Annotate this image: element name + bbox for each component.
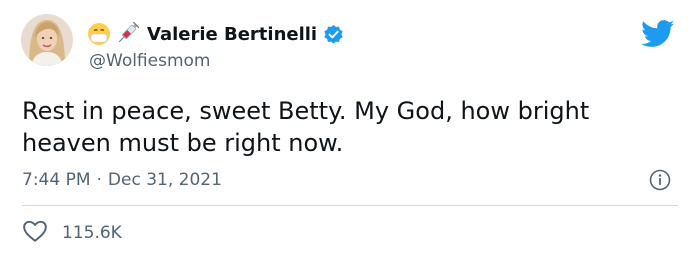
tweet-time: 7:44 PM <box>22 170 91 190</box>
author-name-row: Valerie Bertinelli <box>87 22 344 46</box>
avatar-image <box>21 14 73 66</box>
divider <box>22 205 678 206</box>
info-icon[interactable] <box>649 169 671 195</box>
tweet-timestamp[interactable]: 7:44 PM · Dec 31, 2021 <box>22 170 222 190</box>
like-action[interactable]: 115.6K <box>22 219 122 247</box>
verified-badge-icon <box>323 24 344 45</box>
face-with-medical-mask-icon <box>87 22 111 46</box>
timestamp-separator: · <box>96 170 102 190</box>
author-display-name[interactable]: Valerie Bertinelli <box>147 24 317 45</box>
avatar[interactable] <box>21 14 73 66</box>
twitter-bird-icon[interactable] <box>641 20 675 52</box>
syringe-icon <box>115 22 139 46</box>
heart-icon[interactable] <box>22 219 48 247</box>
tweet-date: Dec 31, 2021 <box>107 170 222 190</box>
like-count: 115.6K <box>62 223 122 243</box>
author-handle[interactable]: @Wolfiesmom <box>89 51 210 71</box>
tweet-text: Rest in peace, sweet Betty. My God, how … <box>22 97 590 157</box>
